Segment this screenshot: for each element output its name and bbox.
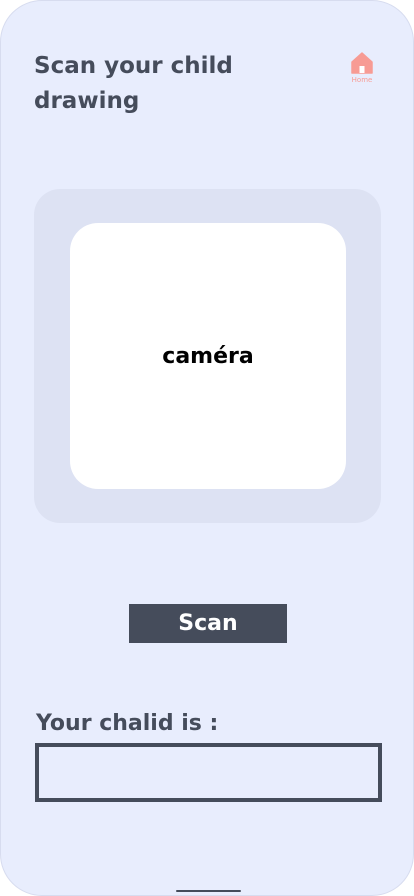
camera-frame: caméra xyxy=(34,189,381,523)
home-indicator xyxy=(176,890,241,892)
camera-label: caméra xyxy=(162,343,254,369)
home-button[interactable]: Home xyxy=(346,51,378,87)
scan-button[interactable]: Scan xyxy=(129,604,287,643)
camera-view[interactable]: caméra xyxy=(70,223,346,489)
home-label: Home xyxy=(351,76,373,84)
result-label: Your chalid is : xyxy=(36,711,219,736)
page-title: Scan your child drawing xyxy=(34,53,233,114)
result-field[interactable] xyxy=(35,743,382,802)
home-icon xyxy=(351,52,373,74)
phone-screen: Scan your child drawing Home caméra Scan… xyxy=(0,0,414,896)
